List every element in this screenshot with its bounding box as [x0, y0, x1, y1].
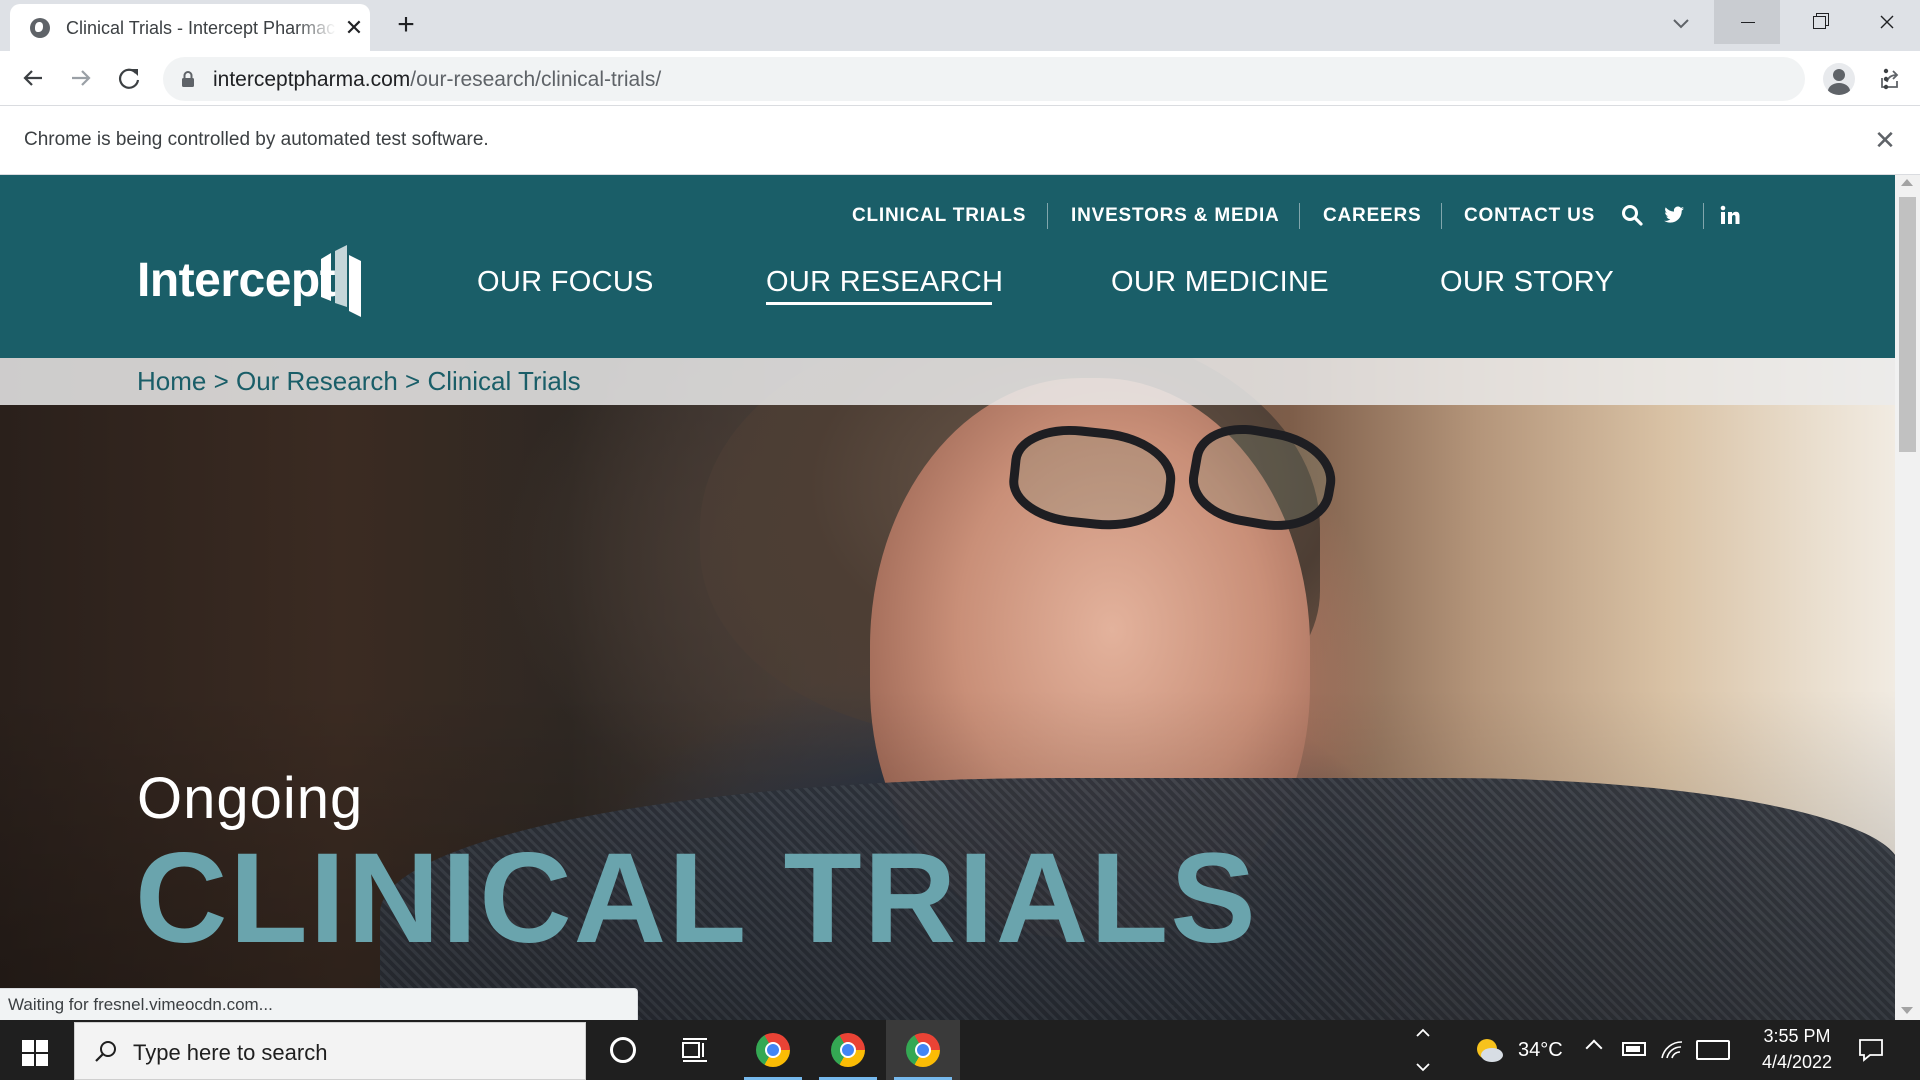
battery-icon[interactable]: [1622, 1042, 1646, 1056]
browser-toolbar: interceptpharma.com/our-research/clinica…: [0, 51, 1920, 106]
tab-search-chevron-icon[interactable]: [1665, 8, 1697, 40]
util-nav-clinical-trials[interactable]: CLINICAL TRIALS: [852, 205, 1026, 227]
hero-kicker: Ongoing: [137, 766, 364, 831]
util-nav-careers[interactable]: CAREERS: [1323, 205, 1422, 227]
url-host: interceptpharma.com: [213, 68, 411, 91]
main-nav-our-focus[interactable]: OUR FOCUS: [477, 266, 654, 299]
weather-temperature[interactable]: 34°C: [1518, 1039, 1563, 1062]
page-viewport: Intercept CLINICAL TRIALS INVESTORS & ME…: [0, 175, 1895, 1020]
main-nav-our-research[interactable]: OUR RESEARCH: [766, 266, 1003, 299]
kebab-menu-icon[interactable]: [1878, 65, 1894, 93]
util-nav-divider: [1299, 203, 1300, 229]
twitter-icon[interactable]: [1662, 203, 1686, 227]
window-minimize-button[interactable]: [1714, 0, 1780, 44]
windows-taskbar: Type here to search 34°C 3:55 PM 4/4/202…: [0, 1020, 1920, 1080]
infobar-message: Chrome is being controlled by automated …: [24, 129, 489, 150]
main-nav-our-medicine[interactable]: OUR MEDICINE: [1111, 266, 1329, 299]
lock-icon[interactable]: [181, 70, 195, 88]
logo-wordmark: Intercept: [137, 254, 336, 307]
status-bubble: Waiting for fresnel.vimeocdn.com...: [0, 988, 638, 1020]
window-close-button[interactable]: [1854, 0, 1920, 44]
scrollbar-thumb[interactable]: [1899, 197, 1916, 452]
window-restore-button[interactable]: [1784, 0, 1850, 44]
taskbar-chrome-2[interactable]: [811, 1020, 885, 1080]
status-text: Waiting for fresnel.vimeocdn.com...: [8, 995, 273, 1014]
profile-avatar-icon[interactable]: [1823, 63, 1855, 95]
chrome-icon: [831, 1033, 865, 1067]
intercept-logo[interactable]: Intercept: [137, 245, 367, 325]
util-nav-contact-us[interactable]: CONTACT US: [1464, 205, 1595, 227]
taskbar-scroll-arrows-icon[interactable]: [1410, 1020, 1436, 1080]
page-scrollbar[interactable]: [1895, 175, 1920, 1020]
tab-strip: Clinical Trials - Intercept Pharmaceutic…: [0, 0, 1920, 51]
active-nav-underline: [766, 302, 992, 305]
search-icon[interactable]: [1620, 203, 1644, 227]
wifi-icon[interactable]: [1660, 1038, 1684, 1062]
linkedin-icon[interactable]: [1718, 203, 1742, 227]
globe-icon: [30, 18, 50, 38]
tab-title: Clinical Trials - Intercept Pharmaceutic…: [66, 18, 336, 38]
taskbar-chrome-1[interactable]: [736, 1020, 810, 1080]
search-icon: [95, 1041, 116, 1062]
breadcrumb-trail[interactable]: Home > Our Research > Clinical Trials: [137, 366, 581, 397]
clock-date[interactable]: 4/4/2022: [1748, 1052, 1846, 1073]
chrome-icon: [906, 1033, 940, 1067]
infobar-close-icon[interactable]: ✕: [1870, 125, 1900, 155]
keyboard-icon[interactable]: [1696, 1040, 1730, 1060]
scroll-up-arrow-icon[interactable]: [1901, 179, 1913, 186]
util-nav-investors-media[interactable]: INVESTORS & MEDIA: [1071, 205, 1280, 227]
taskbar-chrome-3[interactable]: [886, 1020, 960, 1080]
tab-close-icon[interactable]: ✕: [342, 16, 366, 40]
automation-infobar: Chrome is being controlled by automated …: [0, 107, 1920, 175]
url-path: /our-research/clinical-trials/: [410, 68, 662, 91]
task-view-icon[interactable]: [680, 1036, 710, 1064]
url-text[interactable]: interceptpharma.com/our-research/clinica…: [213, 68, 661, 92]
weather-partly-sunny-icon[interactable]: [1474, 1036, 1504, 1064]
logo-mark-icon: [321, 245, 361, 317]
cortana-icon[interactable]: [610, 1037, 636, 1063]
browser-tab-active[interactable]: Clinical Trials - Intercept Pharmaceutic…: [10, 4, 370, 51]
taskbar-search-placeholder: Type here to search: [133, 1040, 328, 1065]
windows-start-icon[interactable]: [22, 1040, 48, 1066]
util-nav-divider: [1047, 203, 1048, 229]
back-arrow-icon[interactable]: [16, 61, 50, 95]
tray-chevron-up-icon[interactable]: [1585, 1039, 1603, 1057]
util-nav-divider: [1441, 203, 1442, 229]
clock-time[interactable]: 3:55 PM: [1755, 1026, 1839, 1047]
forward-arrow-icon[interactable]: [64, 61, 98, 95]
main-nav-our-story[interactable]: OUR STORY: [1440, 266, 1614, 299]
notification-center-icon[interactable]: [1858, 1038, 1884, 1062]
new-tab-button[interactable]: +: [390, 10, 422, 42]
reload-icon[interactable]: [112, 61, 146, 95]
scroll-down-arrow-icon[interactable]: [1901, 1007, 1913, 1014]
hero-title: CLINICAL TRIALS: [135, 827, 1258, 970]
address-bar[interactable]: interceptpharma.com/our-research/clinica…: [163, 57, 1899, 101]
breadcrumb: Home > Our Research > Clinical Trials: [0, 358, 1895, 405]
util-nav-divider: [1703, 203, 1704, 229]
taskbar-search-box[interactable]: Type here to search: [74, 1022, 586, 1080]
chrome-icon: [756, 1033, 790, 1067]
site-header: Intercept CLINICAL TRIALS INVESTORS & ME…: [0, 175, 1895, 358]
